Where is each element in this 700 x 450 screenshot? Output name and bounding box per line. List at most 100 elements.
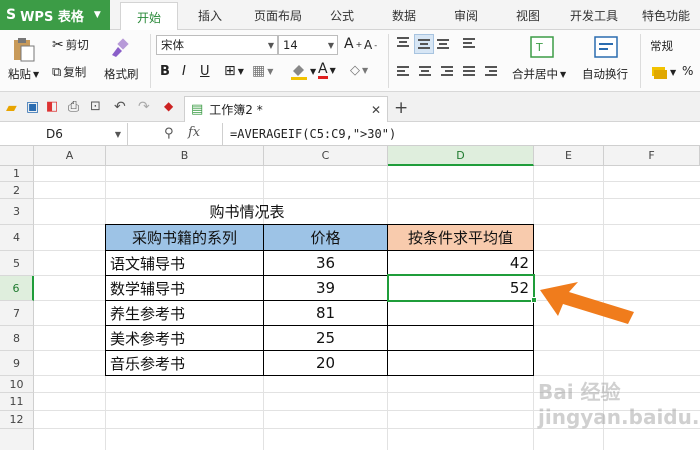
- column-header[interactable]: A: [34, 146, 106, 166]
- annotation-arrow-icon: [540, 282, 634, 324]
- row-header[interactable]: 7: [0, 301, 34, 326]
- bold-icon[interactable]: B: [160, 64, 170, 79]
- row-header[interactable]: 4: [0, 225, 34, 251]
- tab-review[interactable]: 审阅: [442, 0, 490, 30]
- tab-page-layout[interactable]: 页面布局: [242, 0, 314, 30]
- close-icon[interactable]: ✕: [371, 103, 381, 117]
- price-cell[interactable]: 81: [264, 301, 387, 325]
- align-right-icon[interactable]: [440, 64, 454, 78]
- header-cell-average[interactable]: 按条件求平均值: [388, 225, 533, 250]
- column-header[interactable]: C: [264, 146, 388, 166]
- wrap-text-button[interactable]: 自动换行: [582, 66, 628, 82]
- column-header[interactable]: E: [534, 146, 604, 166]
- column-header[interactable]: D: [388, 146, 534, 166]
- row-header[interactable]: 5: [0, 251, 34, 276]
- print-icon[interactable]: ⎙: [68, 99, 79, 115]
- divider: [640, 34, 641, 88]
- price-cell[interactable]: 39: [264, 276, 387, 300]
- name-box[interactable]: D6 ▼: [0, 123, 128, 145]
- document-tab[interactable]: ▤ 工作簿2 * ✕: [184, 96, 388, 122]
- divider: [388, 34, 389, 88]
- row-header[interactable]: 6: [0, 276, 34, 301]
- open-folder-icon[interactable]: ▰: [6, 100, 17, 116]
- paste-icon[interactable]: [10, 36, 42, 62]
- tab-special[interactable]: 特色功能: [634, 0, 698, 30]
- row-header[interactable]: 11: [0, 393, 34, 411]
- header-cell-series[interactable]: 采购书籍的系列: [106, 225, 263, 250]
- align-top-icon[interactable]: [396, 36, 410, 50]
- align-center-icon[interactable]: [418, 64, 432, 78]
- series-cell[interactable]: 音乐参考书: [110, 351, 260, 375]
- average-cell[interactable]: [388, 326, 529, 350]
- insert-function-icon[interactable]: fx: [188, 125, 200, 140]
- average-cell[interactable]: [388, 301, 529, 325]
- cut-button[interactable]: ✂ 剪切: [52, 37, 89, 53]
- select-all-corner[interactable]: [0, 146, 34, 166]
- column-header[interactable]: B: [106, 146, 264, 166]
- row-header[interactable]: 9: [0, 351, 34, 376]
- tab-insert[interactable]: 插入: [184, 0, 236, 30]
- header-cell-price[interactable]: 价格: [264, 225, 387, 250]
- formula-input[interactable]: =AVERAGEIF(C5:C9,">30"): [230, 123, 396, 145]
- series-cell[interactable]: 数学辅导书: [110, 276, 260, 300]
- tab-view[interactable]: 视图: [504, 0, 552, 30]
- currency-icon[interactable]: ▼: [650, 64, 676, 80]
- average-cell[interactable]: 42: [388, 251, 529, 275]
- row-header[interactable]: [0, 429, 34, 450]
- customize-icon[interactable]: ◆: [164, 99, 173, 113]
- tab-formulas[interactable]: 公式: [318, 0, 366, 30]
- increase-font-icon[interactable]: A +: [344, 36, 362, 52]
- copy-button[interactable]: ⧉ 复制: [52, 64, 86, 80]
- row-header[interactable]: 10: [0, 376, 34, 393]
- format-painter-button[interactable]: 格式刷: [104, 66, 139, 82]
- tab-developer[interactable]: 开发工具: [562, 0, 626, 30]
- tab-data[interactable]: 数据: [380, 0, 428, 30]
- align-left-icon[interactable]: [396, 64, 410, 78]
- undo-icon[interactable]: ↶: [114, 99, 126, 115]
- row-header[interactable]: 3: [0, 199, 34, 225]
- paste-button[interactable]: 粘贴 ▼: [8, 66, 39, 82]
- row-header[interactable]: 8: [0, 326, 34, 351]
- export-pdf-icon[interactable]: ◧: [46, 99, 58, 114]
- average-cell[interactable]: [388, 351, 529, 375]
- cell-pattern-icon[interactable]: ▦ ▼: [252, 63, 273, 79]
- price-cell[interactable]: 20: [264, 351, 387, 375]
- sheet-title[interactable]: 购书情况表: [106, 199, 388, 224]
- row-header[interactable]: 2: [0, 182, 34, 199]
- align-bottom-icon[interactable]: [436, 36, 450, 50]
- italic-icon[interactable]: I: [182, 64, 186, 79]
- print-preview-icon[interactable]: ⊡: [90, 99, 101, 114]
- merge-center-button[interactable]: 合并居中 ▼: [512, 66, 566, 82]
- font-size-select[interactable]: 14 ▼: [278, 35, 338, 55]
- wrap-text-icon[interactable]: [594, 36, 618, 58]
- series-cell[interactable]: 语文辅导书: [110, 251, 260, 275]
- percent-icon[interactable]: %: [682, 64, 693, 78]
- tab-home[interactable]: 开始: [120, 2, 178, 31]
- align-middle-icon[interactable]: [414, 34, 434, 54]
- price-cell[interactable]: 25: [264, 326, 387, 350]
- brush-icon[interactable]: [108, 36, 132, 60]
- underline-icon[interactable]: U: [200, 64, 210, 79]
- justify-icon[interactable]: [462, 64, 476, 78]
- series-cell[interactable]: 美术参考书: [110, 326, 260, 350]
- indent-icon[interactable]: [484, 64, 498, 78]
- font-color-icon[interactable]: A ▼: [318, 62, 336, 79]
- borders-icon[interactable]: ⊞ ▼: [224, 63, 244, 79]
- save-icon[interactable]: ▣: [26, 99, 39, 115]
- clear-format-icon[interactable]: ◇ ▼: [350, 63, 368, 78]
- column-header[interactable]: F: [604, 146, 700, 166]
- row-header[interactable]: 1: [0, 166, 34, 182]
- rotate-text-icon[interactable]: [462, 36, 476, 50]
- fill-color-icon[interactable]: ▼: [290, 62, 316, 80]
- series-cell[interactable]: 养生参考书: [110, 301, 260, 325]
- number-format-select[interactable]: 常规: [650, 38, 673, 54]
- font-name-select[interactable]: 宋体 ▼: [156, 35, 278, 55]
- decrease-font-icon[interactable]: A-: [364, 38, 377, 52]
- row-header[interactable]: 12: [0, 411, 34, 429]
- price-cell[interactable]: 36: [264, 251, 387, 275]
- redo-icon[interactable]: ↷: [138, 99, 150, 115]
- zoom-formula-icon[interactable]: ⚲: [164, 126, 174, 141]
- merge-center-icon[interactable]: T: [530, 36, 554, 58]
- app-menu-button[interactable]: S WPS 表格 ▼: [0, 0, 110, 30]
- new-tab-icon[interactable]: +: [394, 98, 408, 118]
